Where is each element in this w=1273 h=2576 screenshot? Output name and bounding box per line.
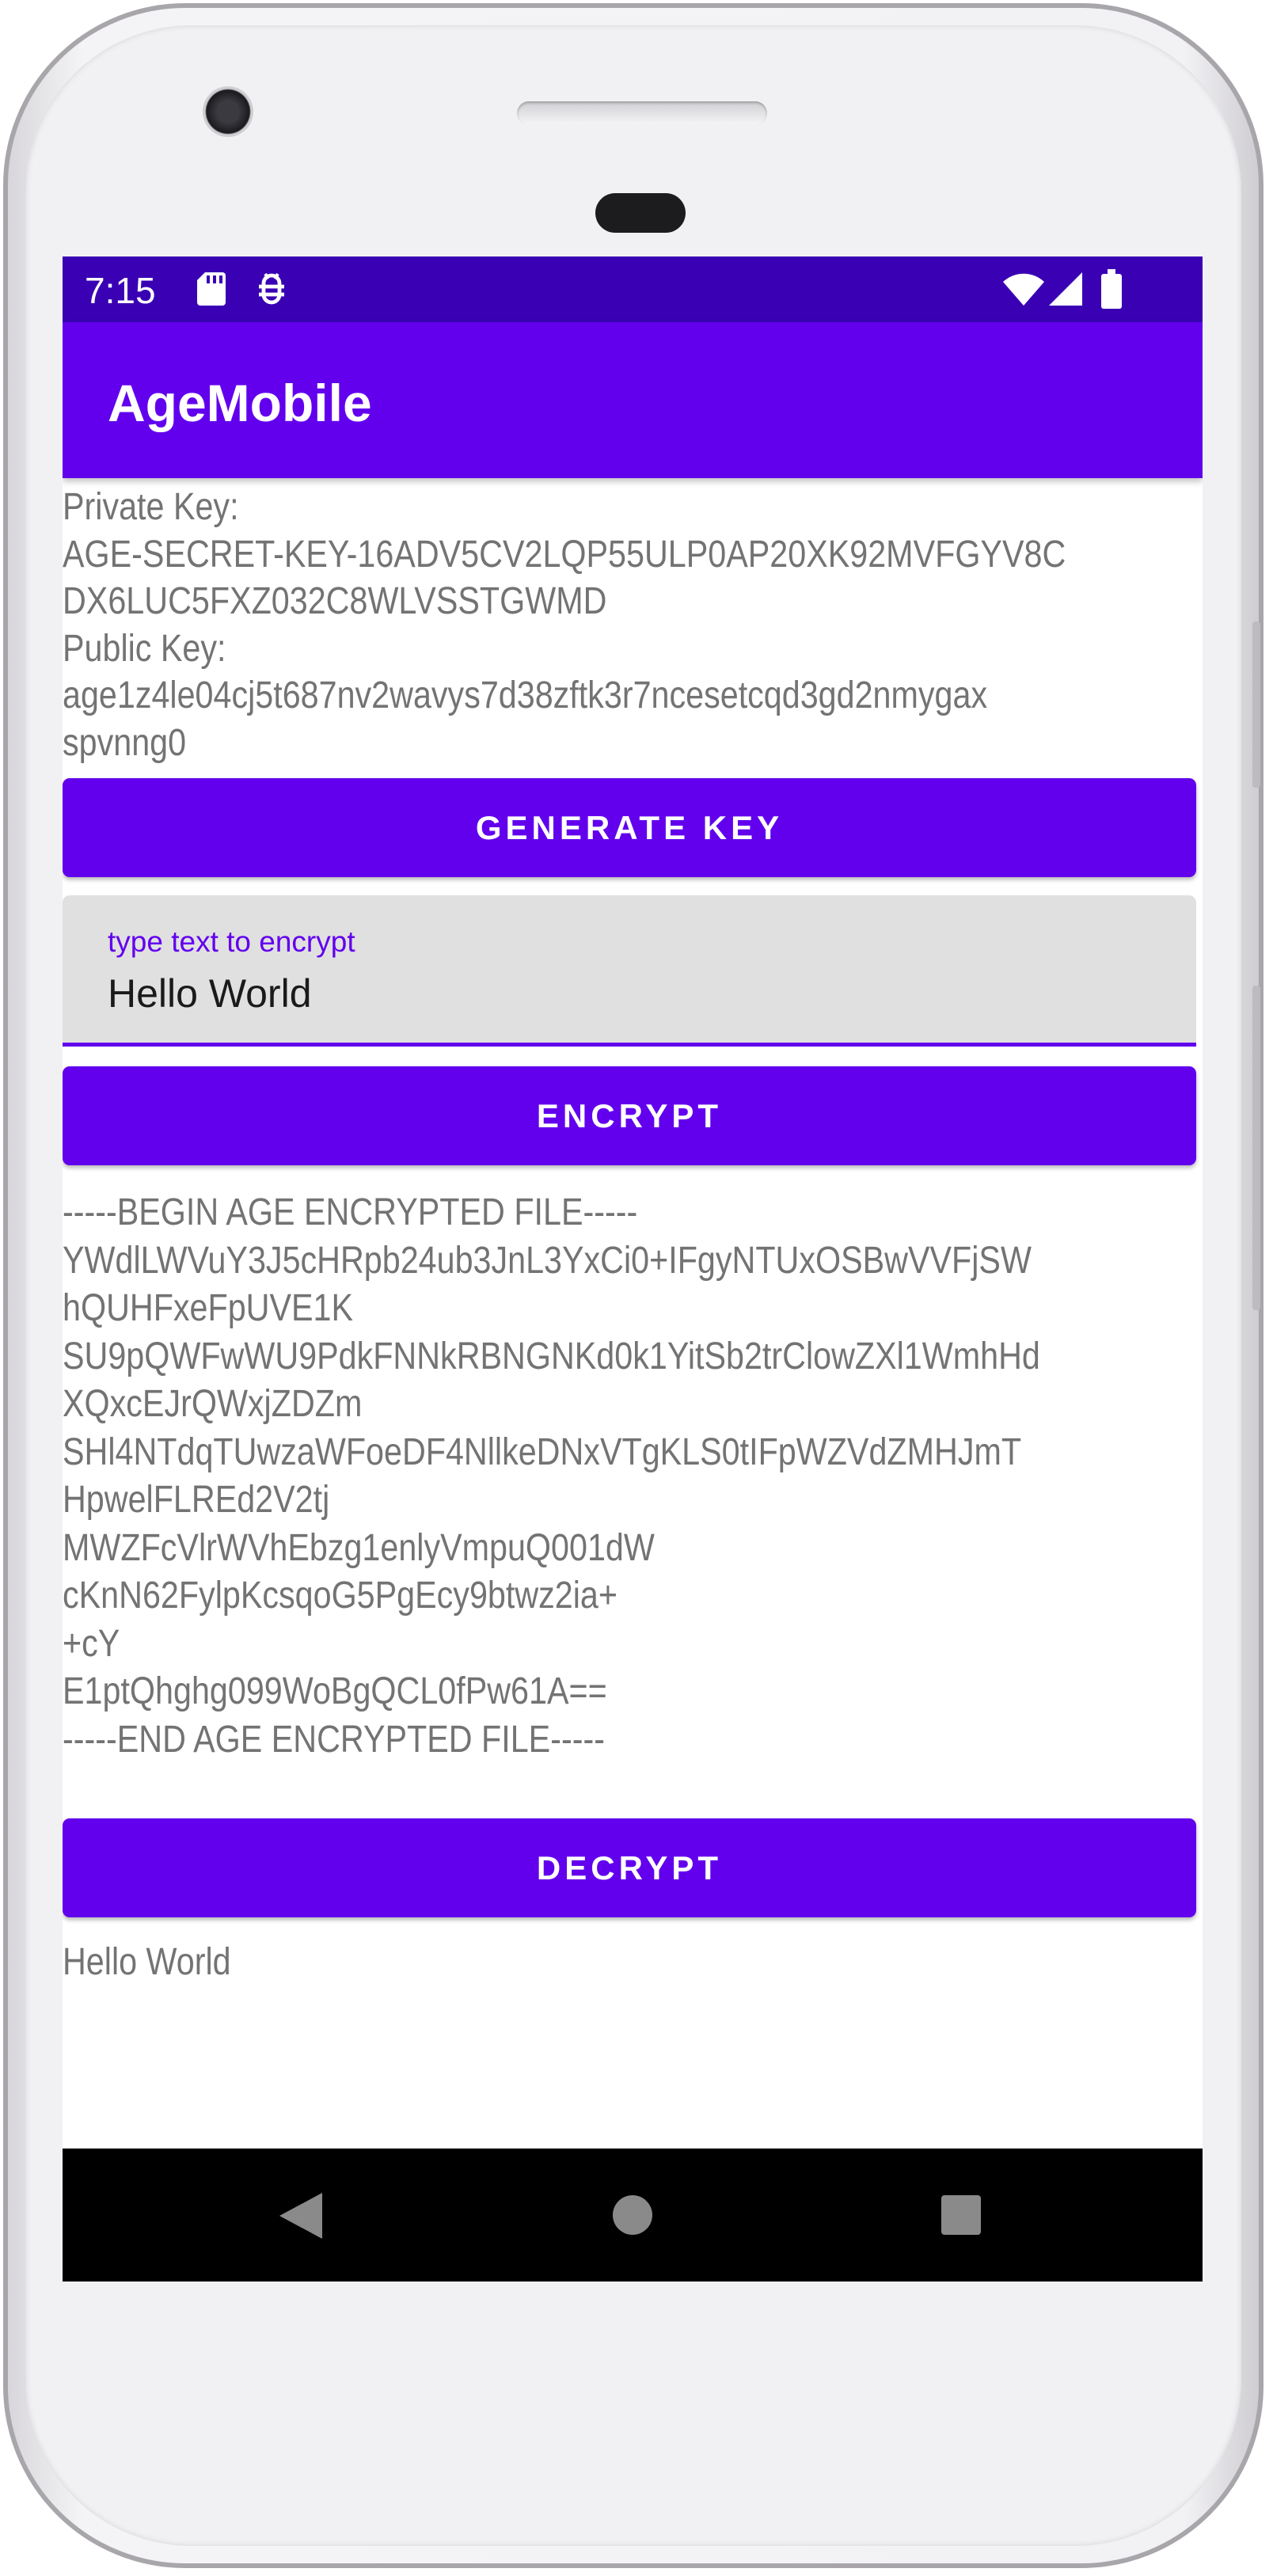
decrypted-text: Hello World	[63, 1941, 231, 1983]
encrypted-line: XQxcEJrQWxjZDZm	[63, 1383, 363, 1425]
recents-icon[interactable]	[941, 2195, 981, 2235]
volume-button	[1252, 621, 1260, 788]
speaker-grille	[517, 101, 767, 125]
encrypted-line: MWZFcVlrWVhEbzg1enlyVmpuQ001dW	[63, 1526, 655, 1569]
status-bar: 7:15	[63, 256, 1203, 322]
encrypted-line: SHl4NTdqTUwzaWFoeDF4NllkeDNxVTgKLS0tIFpW…	[63, 1430, 1022, 1473]
private-key-label: Private Key:	[63, 486, 239, 528]
encrypted-line: +cY	[63, 1622, 120, 1665]
private-key-line: DX6LUC5FXZ032C8WLVSSTGWMD	[63, 580, 607, 622]
encrypted-output: -----BEGIN AGE ENCRYPTED FILE----- YWdlL…	[63, 1189, 1199, 1764]
private-key-line: AGE-SECRET-KEY-16ADV5CV2LQP55ULP0AP20XK9…	[63, 533, 1066, 576]
encrypt-text-input[interactable]	[108, 971, 1137, 1016]
decrypted-output: Hello World	[63, 1939, 258, 1986]
signal-icon	[1049, 272, 1082, 306]
encrypt-text-field[interactable]: type text to encrypt	[63, 895, 1196, 1047]
app-title: AgeMobile	[108, 374, 372, 432]
encrypted-line: HpwelFLREd2V2tj	[63, 1479, 330, 1521]
encrypted-line: -----END AGE ENCRYPTED FILE-----	[63, 1718, 605, 1761]
debug-icon	[259, 272, 284, 305]
earpiece	[595, 193, 686, 233]
key-info: Private Key: AGE-SECRET-KEY-16ADV5CV2LQP…	[63, 484, 1203, 766]
power-button	[1252, 986, 1260, 1310]
encrypted-line: cKnN62FylpKcsqoG5PgEcy9btwz2ia+	[63, 1575, 618, 1617]
back-icon[interactable]	[279, 2193, 322, 2239]
status-time: 7:15	[85, 270, 156, 311]
encrypted-line: hQUHFxeFpUVE1K	[63, 1287, 354, 1329]
encrypted-line: -----BEGIN AGE ENCRYPTED FILE-----	[63, 1191, 638, 1233]
sd-card-icon	[197, 272, 226, 306]
encrypted-line: YWdlLWVuY3J5cHRpb24ub3JnL3YxCi0+IFgyNTUx…	[63, 1239, 1032, 1282]
generate-key-button[interactable]: GENERATE KEY	[63, 778, 1196, 877]
public-key-line: spvnng0	[63, 721, 187, 764]
encrypted-line: SU9pQWFwWU9PdkFNNkRBNGNKd0k1YitSb2trClow…	[63, 1335, 1040, 1377]
app-bar: AgeMobile	[63, 322, 1203, 478]
screen: 7:15 AgeMobile Private Key: AGE-SECRET-K…	[63, 256, 1203, 2282]
field-underline	[63, 1043, 1196, 1047]
decrypt-button[interactable]: DECRYPT	[63, 1818, 1196, 1917]
home-icon[interactable]	[613, 2195, 652, 2235]
public-key-line: age1z4le04cj5t687nv2wavys7d38zftk3r7nces…	[63, 674, 988, 716]
front-camera	[203, 86, 253, 137]
navigation-bar	[63, 2149, 1203, 2282]
public-key-label: Public Key:	[63, 627, 226, 670]
field-label: type text to encrypt	[108, 925, 355, 958]
battery-icon	[1101, 269, 1122, 309]
encrypt-button[interactable]: ENCRYPT	[63, 1066, 1196, 1165]
wifi-icon	[1003, 273, 1044, 306]
encrypted-line: E1ptQhghg099WoBgQCL0fPw61A==	[63, 1670, 607, 1712]
